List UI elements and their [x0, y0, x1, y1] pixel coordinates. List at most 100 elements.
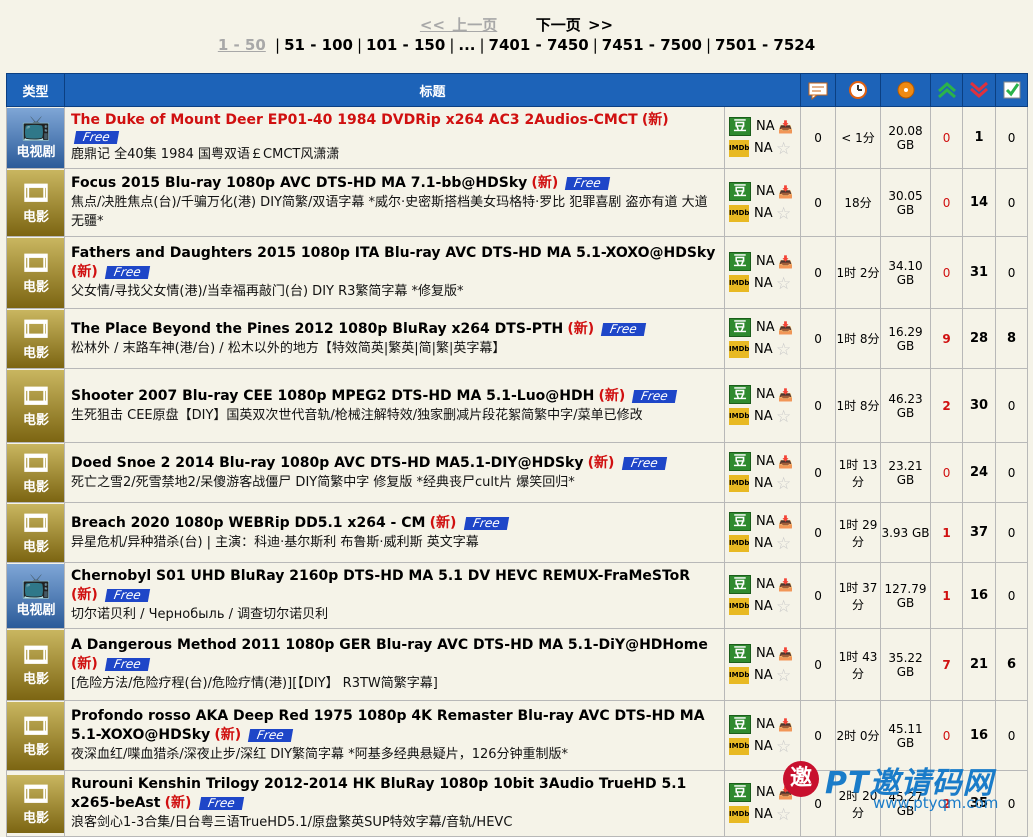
- seeders-count[interactable]: 0: [930, 236, 964, 309]
- douban-icon[interactable]: 豆: [729, 252, 751, 271]
- download-icon[interactable]: 📥: [778, 647, 793, 661]
- comments-count[interactable]: 0: [800, 628, 837, 701]
- bookmark-star-icon[interactable]: ☆: [776, 204, 791, 224]
- imdb-icon[interactable]: IMDb: [729, 535, 749, 552]
- col-title[interactable]: 标题: [63, 73, 802, 107]
- completed-count[interactable]: 0: [995, 442, 1029, 503]
- bookmark-star-icon[interactable]: ☆: [776, 597, 791, 617]
- imdb-icon[interactable]: IMDb: [729, 205, 749, 222]
- douban-icon[interactable]: 豆: [729, 452, 751, 471]
- seeders-count[interactable]: 2: [930, 368, 964, 443]
- category-cell[interactable]: 🎞 电影: [6, 770, 65, 837]
- tv-category-icon[interactable]: 📺 电视剧: [7, 107, 65, 168]
- bookmark-star-icon[interactable]: ☆: [776, 737, 791, 757]
- page-link[interactable]: 7401 - 7450: [489, 36, 589, 54]
- category-cell[interactable]: 🎞 电影: [6, 442, 65, 503]
- col-type[interactable]: 类型: [6, 73, 65, 107]
- category-cell[interactable]: 🎞 电影: [6, 700, 65, 771]
- imdb-icon[interactable]: IMDb: [729, 275, 749, 292]
- bookmark-star-icon[interactable]: ☆: [776, 474, 791, 494]
- torrent-title-link[interactable]: Profondo rosso AKA Deep Red 1975 1080p 4…: [71, 708, 705, 743]
- bookmark-star-icon[interactable]: ☆: [776, 407, 791, 427]
- douban-icon[interactable]: 豆: [729, 783, 751, 802]
- imdb-icon[interactable]: IMDb: [729, 408, 749, 425]
- seeders-count[interactable]: 1: [930, 562, 964, 629]
- douban-icon[interactable]: 豆: [729, 182, 751, 201]
- completed-count[interactable]: 0: [995, 236, 1029, 309]
- completed-count[interactable]: 6: [995, 628, 1029, 701]
- col-size[interactable]: [880, 73, 932, 107]
- comments-count[interactable]: 0: [800, 368, 837, 443]
- category-cell[interactable]: 🎞 电影: [6, 502, 65, 563]
- imdb-icon[interactable]: IMDb: [729, 738, 749, 755]
- bookmark-star-icon[interactable]: ☆: [776, 534, 791, 554]
- category-cell[interactable]: 🎞 电影: [6, 368, 65, 443]
- bookmark-star-icon[interactable]: ☆: [776, 139, 791, 159]
- torrent-title-link[interactable]: Breach 2020 1080p WEBRip DD5.1 x264 - CM: [71, 515, 425, 531]
- leechers-count[interactable]: 14: [962, 168, 997, 237]
- completed-count[interactable]: 0: [995, 502, 1029, 563]
- col-leechers[interactable]: [962, 73, 997, 107]
- col-time[interactable]: [835, 73, 882, 107]
- movie-category-icon[interactable]: 🎞 电影: [7, 503, 65, 562]
- completed-count[interactable]: 0: [995, 106, 1029, 169]
- movie-category-icon[interactable]: 🎞 电影: [7, 629, 65, 700]
- download-icon[interactable]: 📥: [778, 321, 793, 335]
- leechers-count[interactable]: 30: [962, 368, 997, 443]
- next-page-link[interactable]: 下一页 >>: [536, 16, 613, 34]
- download-icon[interactable]: 📥: [778, 718, 793, 732]
- movie-category-icon[interactable]: 🎞 电影: [7, 774, 65, 833]
- page-link[interactable]: 51 - 100: [284, 36, 353, 54]
- torrent-row[interactable]: 🎞 电影 A Dangerous Method 2011 1080p GER B…: [6, 628, 1029, 701]
- movie-category-icon[interactable]: 🎞 电影: [7, 443, 65, 502]
- seeders-count[interactable]: 1: [930, 502, 964, 563]
- imdb-icon[interactable]: IMDb: [729, 598, 749, 615]
- movie-category-icon[interactable]: 🎞 电影: [7, 309, 65, 368]
- col-comments[interactable]: [800, 73, 837, 107]
- torrent-title-link[interactable]: Chernobyl S01 UHD BluRay 2160p DTS-HD MA…: [71, 568, 690, 584]
- completed-count[interactable]: 0: [995, 562, 1029, 629]
- prev-page-link[interactable]: << 上一页: [420, 16, 497, 34]
- douban-icon[interactable]: 豆: [729, 644, 751, 663]
- torrent-title-link[interactable]: Fathers and Daughters 2015 1080p ITA Blu…: [71, 245, 715, 261]
- comments-count[interactable]: 0: [800, 168, 837, 237]
- category-cell[interactable]: 🎞 电影: [6, 236, 65, 309]
- torrent-row[interactable]: 🎞 电影 Doed Snoe 2 2014 Blu-ray 1080p AVC …: [6, 442, 1029, 503]
- douban-icon[interactable]: 豆: [729, 575, 751, 594]
- imdb-icon[interactable]: IMDb: [729, 806, 749, 823]
- bookmark-star-icon[interactable]: ☆: [776, 340, 791, 360]
- category-cell[interactable]: 🎞 电影: [6, 168, 65, 237]
- torrent-title-link[interactable]: A Dangerous Method 2011 1080p GER Blu-ra…: [71, 637, 708, 653]
- torrent-row[interactable]: 🎞 电影 The Place Beyond the Pines 2012 108…: [6, 308, 1029, 369]
- torrent-row[interactable]: 📺 电视剧 Chernobyl S01 UHD BluRay 2160p DTS…: [6, 562, 1029, 629]
- col-completed[interactable]: [995, 73, 1029, 107]
- leechers-count[interactable]: 28: [962, 308, 997, 369]
- leechers-count[interactable]: 37: [962, 502, 997, 563]
- download-icon[interactable]: 📥: [778, 455, 793, 469]
- seeders-count[interactable]: 0: [930, 442, 964, 503]
- leechers-count[interactable]: 24: [962, 442, 997, 503]
- comments-count[interactable]: 0: [800, 106, 837, 169]
- category-cell[interactable]: 📺 电视剧: [6, 562, 65, 629]
- douban-icon[interactable]: 豆: [729, 318, 751, 337]
- col-seeders[interactable]: [930, 73, 964, 107]
- imdb-icon[interactable]: IMDb: [729, 341, 749, 358]
- torrent-title-link[interactable]: Rurouni Kenshin Trilogy 2012-2014 HK Blu…: [71, 776, 686, 811]
- download-icon[interactable]: 📥: [778, 185, 793, 199]
- download-icon[interactable]: 📥: [778, 255, 793, 269]
- tv-category-icon[interactable]: 📺 电视剧: [7, 563, 65, 628]
- completed-count[interactable]: 0: [995, 368, 1029, 443]
- torrent-row[interactable]: 🎞 电影 Fathers and Daughters 2015 1080p IT…: [6, 236, 1029, 309]
- download-icon[interactable]: 📥: [778, 515, 793, 529]
- bookmark-star-icon[interactable]: ☆: [776, 666, 791, 686]
- seeders-count[interactable]: 0: [930, 168, 964, 237]
- torrent-row[interactable]: 📺 电视剧 The Duke of Mount Deer EP01-40 198…: [6, 106, 1029, 169]
- torrent-title-link[interactable]: The Place Beyond the Pines 2012 1080p Bl…: [71, 321, 563, 337]
- completed-count[interactable]: 8: [995, 308, 1029, 369]
- movie-category-icon[interactable]: 🎞 电影: [7, 237, 65, 308]
- torrent-title-link[interactable]: Focus 2015 Blu-ray 1080p AVC DTS-HD MA 7…: [71, 175, 527, 191]
- comments-count[interactable]: 0: [800, 562, 837, 629]
- comments-count[interactable]: 0: [800, 442, 837, 503]
- torrent-title-link[interactable]: Shooter 2007 Blu-ray CEE 1080p MPEG2 DTS…: [71, 388, 594, 404]
- seeders-count[interactable]: 9: [930, 308, 964, 369]
